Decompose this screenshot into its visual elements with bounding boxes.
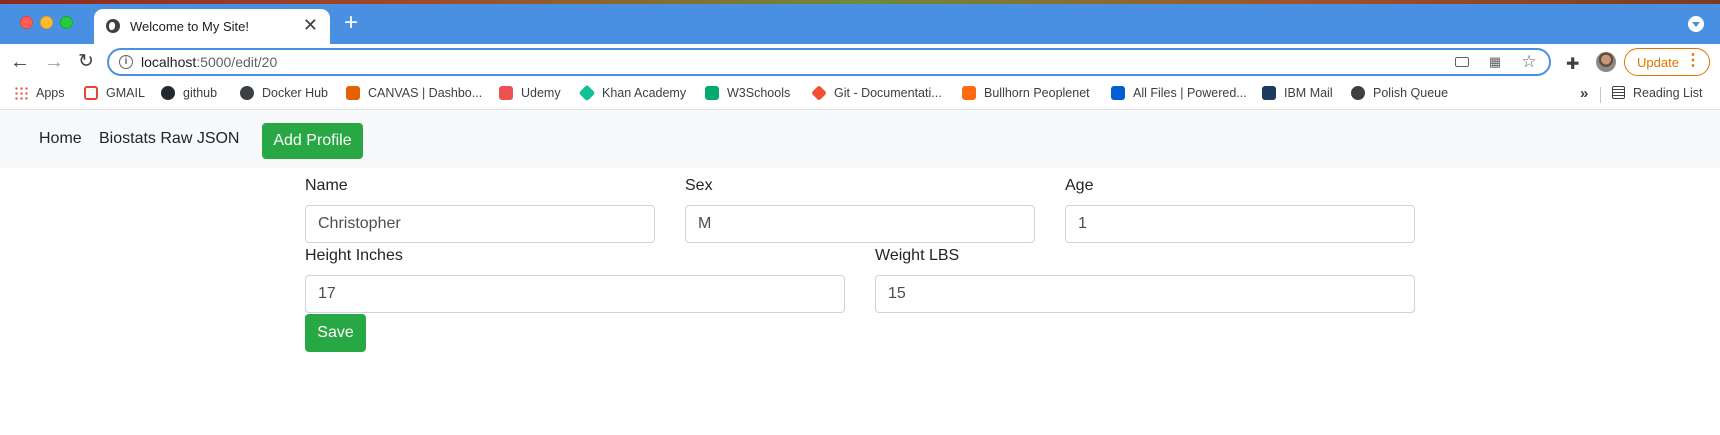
bookmark-label: Apps — [36, 86, 65, 100]
sex-input[interactable]: M — [685, 205, 1035, 243]
bookmark-label: Bullhorn Peoplenet — [984, 86, 1090, 100]
bookmark-canvas[interactable]: CANVAS | Dashbo... — [346, 86, 482, 104]
bookmark-label: Udemy — [521, 86, 561, 100]
git-icon — [811, 85, 827, 101]
save-button[interactable]: Save — [305, 314, 366, 352]
browser-tab[interactable]: Welcome to My Site! ✕ — [94, 9, 330, 44]
cast-icon[interactable] — [1455, 57, 1469, 67]
bookmark-label: IBM Mail — [1284, 86, 1333, 100]
ibm-mail-icon — [1262, 86, 1276, 100]
more-menu-icon: ⋮ — [1685, 52, 1701, 69]
close-window-button[interactable] — [20, 16, 33, 29]
url-path: :5000/edit/20 — [196, 54, 278, 70]
bookmark-label: Git - Documentati... — [834, 86, 942, 100]
bullhorn-icon — [962, 86, 976, 100]
bookmark-box[interactable]: All Files | Powered... — [1111, 86, 1247, 104]
bookmark-label: Khan Academy — [602, 86, 687, 100]
bookmark-label: Polish Queue — [1373, 86, 1449, 100]
bookmark-label: All Files | Powered... — [1133, 86, 1247, 100]
close-tab-icon[interactable]: ✕ — [303, 15, 318, 35]
udemy-icon — [499, 86, 513, 100]
site-info-icon[interactable]: i — [119, 55, 133, 69]
extensions-puzzle-icon[interactable]: ✚ — [1566, 54, 1579, 74]
weight-input[interactable]: 15 — [875, 275, 1415, 313]
bookmark-docker-hub[interactable]: Docker Hub — [240, 86, 328, 104]
bookmarks-divider — [1600, 87, 1601, 103]
bookmark-polish-queue[interactable]: Polish Queue — [1351, 86, 1448, 104]
url-text[interactable]: localhost:5000/edit/20 — [141, 54, 277, 70]
zoom-window-button[interactable] — [60, 16, 73, 29]
tab-search-icon[interactable] — [1688, 16, 1704, 32]
browser-tab-strip: Welcome to My Site! ✕ + — [0, 0, 1720, 44]
minimize-window-button[interactable] — [40, 16, 53, 29]
reading-list-button[interactable]: Reading List — [1612, 86, 1703, 104]
forward-arrow-icon[interactable]: → — [42, 50, 66, 74]
nav-link-biostats-json[interactable]: Biostats Raw JSON — [99, 130, 239, 148]
more-bookmarks-icon[interactable]: » — [1580, 85, 1588, 102]
new-tab-button[interactable]: + — [344, 10, 358, 36]
age-input[interactable]: 1 — [1065, 205, 1415, 243]
apps-grid-icon — [14, 86, 28, 100]
bookmark-label: W3Schools — [727, 86, 791, 100]
github-icon — [161, 86, 175, 100]
w3schools-icon — [705, 86, 719, 100]
browser-toolbar: ← → ↻ i localhost:5000/edit/20 ▦ ☆ ✚ Upd… — [0, 44, 1720, 80]
add-profile-button[interactable]: Add Profile — [262, 123, 363, 159]
bookmark-khan-academy[interactable]: Khan Academy — [578, 84, 687, 104]
bookmark-gmail[interactable]: GMAIL — [84, 86, 145, 104]
age-label: Age — [1065, 177, 1094, 194]
bookmark-git-docs[interactable]: Git - Documentati... — [811, 85, 942, 104]
weight-label: Weight LBS — [875, 247, 960, 264]
bookmark-label: CANVAS | Dashbo... — [368, 86, 483, 100]
bookmark-label: github — [183, 86, 218, 100]
bookmarks-bar: Apps GMAIL github Docker Hub CANVAS | Da… — [0, 80, 1720, 110]
update-button[interactable]: Update ⋮ — [1624, 48, 1710, 76]
canvas-icon — [346, 86, 360, 100]
url-host: localhost — [141, 54, 197, 70]
box-icon — [1111, 86, 1125, 100]
back-arrow-icon[interactable]: ← — [8, 50, 32, 74]
bookmark-bullhorn[interactable]: Bullhorn Peoplenet — [962, 86, 1090, 104]
docker-icon — [240, 86, 254, 100]
height-input[interactable]: 17 — [305, 275, 845, 313]
site-navbar: Home Biostats Raw JSON — [0, 110, 1720, 168]
reading-list-label: Reading List — [1633, 86, 1703, 100]
bookmark-ibm-mail[interactable]: IBM Mail — [1262, 86, 1333, 104]
height-label: Height Inches — [305, 247, 403, 264]
address-bar[interactable]: i localhost:5000/edit/20 ▦ ☆ — [107, 48, 1551, 76]
bookmark-github[interactable]: github — [161, 86, 217, 104]
bookmark-w3schools[interactable]: W3Schools — [705, 86, 790, 104]
name-input[interactable]: Christopher — [305, 205, 655, 243]
globe-icon — [1351, 86, 1365, 100]
profile-avatar[interactable] — [1596, 52, 1616, 72]
tab-title: Welcome to My Site! — [130, 19, 249, 34]
gmail-icon — [84, 86, 98, 100]
sex-label: Sex — [685, 177, 713, 194]
name-label: Name — [305, 177, 348, 194]
update-label: Update — [1637, 55, 1679, 70]
bookmark-label: Docker Hub — [262, 86, 328, 100]
khan-academy-icon — [578, 84, 596, 102]
bookmark-apps[interactable]: Apps — [14, 86, 65, 104]
bookmark-udemy[interactable]: Udemy — [499, 86, 561, 104]
globe-icon — [106, 19, 120, 33]
qr-code-icon[interactable]: ▦ — [1487, 55, 1503, 69]
window-top-edge — [0, 0, 1720, 4]
nav-link-home[interactable]: Home — [39, 130, 82, 148]
bookmark-label: GMAIL — [106, 86, 145, 100]
reload-icon[interactable]: ↻ — [74, 50, 98, 74]
bookmark-star-icon[interactable]: ☆ — [1521, 53, 1537, 70]
reading-list-icon — [1612, 86, 1625, 99]
